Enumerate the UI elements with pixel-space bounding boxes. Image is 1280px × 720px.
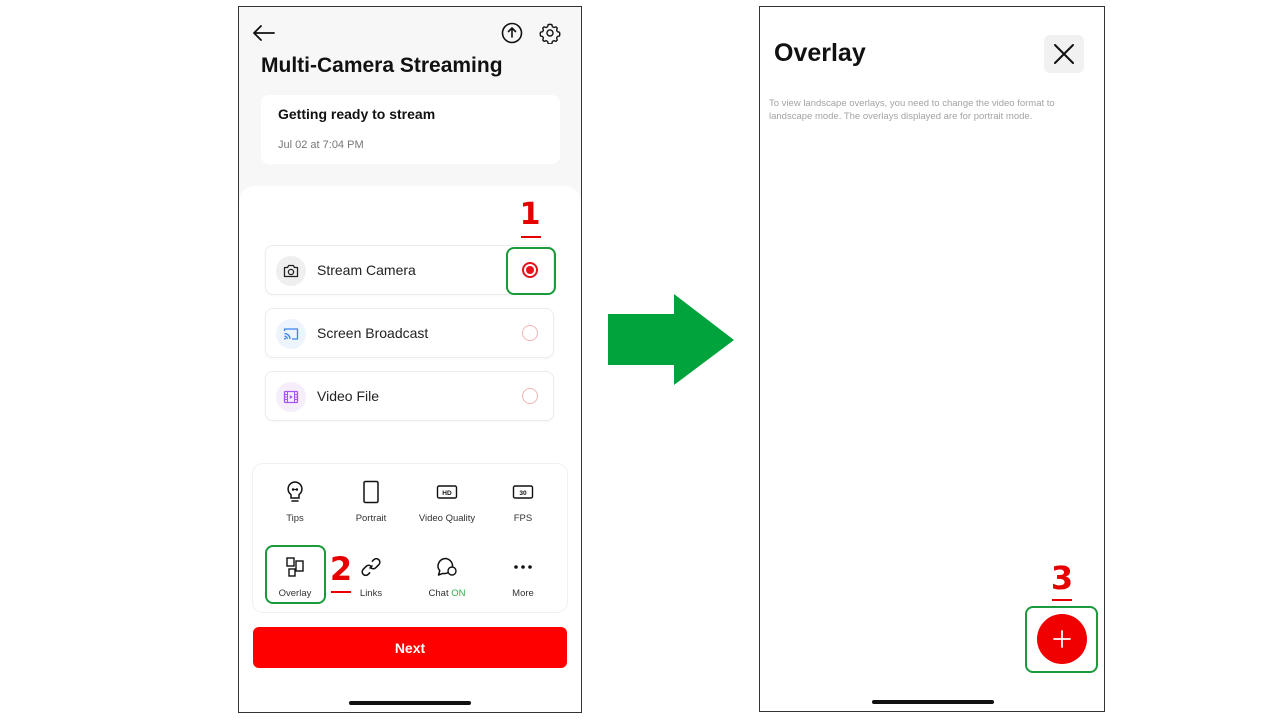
status-timestamp: Jul 02 at 7:04 PM [278,139,364,151]
tool-fps[interactable]: 30 FPS [487,480,559,542]
step-2-highlight [265,545,326,604]
film-icon [276,382,306,412]
tool-tips[interactable]: Tips [259,480,331,542]
next-button[interactable]: Next [253,627,567,668]
link-icon [359,555,383,579]
tool-label: Portrait [355,513,387,524]
tool-more[interactable]: More [487,555,559,617]
page-title: Multi-Camera Streaming [261,54,503,77]
camera-icon [276,256,306,286]
home-indicator [872,700,994,704]
tool-label: Tips [286,513,304,524]
source-option-video-file[interactable]: Video File [265,371,554,421]
gear-icon[interactable] [537,20,563,46]
source-label: Screen Broadcast [317,325,429,341]
step-3-underline [1052,599,1072,601]
chat-icon [435,555,459,579]
radio-video-file[interactable] [522,388,538,404]
step-3-label: 3 [1050,559,1074,597]
tool-label: More [512,588,534,599]
lightbulb-icon [283,480,307,504]
close-button[interactable] [1044,35,1084,73]
close-icon [1053,43,1075,65]
source-label: Stream Camera [317,262,416,278]
tool-portrait[interactable]: Portrait [335,480,407,542]
overlay-title: Overlay [774,39,866,67]
landscape-overlay-note: To view landscape overlays, you need to … [769,98,1055,122]
hd-icon: HD [435,480,459,504]
step-1-underline [521,236,541,238]
tool-label: Chat ON [411,588,483,599]
add-overlay-button[interactable] [1037,614,1087,664]
status-title: Getting ready to stream [278,106,436,122]
step-1-label: 1 [519,197,541,232]
overlay-screen: Overlay To view landscape overlays, you … [759,6,1105,712]
tool-label: Video Quality [418,513,476,524]
portrait-icon [359,480,383,504]
tool-label: Links [359,588,383,599]
cast-icon [276,319,306,349]
share-icon[interactable] [499,20,525,46]
chat-label: Chat [428,588,449,599]
chat-status: ON [451,588,466,599]
tool-label: FPS [513,513,533,524]
back-arrow-icon[interactable] [251,21,277,45]
source-option-screen-broadcast[interactable]: Screen Broadcast [265,308,554,358]
multi-camera-screen: Multi-Camera Streaming Getting ready to … [238,6,582,713]
more-icon [511,555,535,579]
hd-badge-text: HD [442,490,452,497]
transition-arrow [608,294,734,385]
source-label: Video File [317,388,380,404]
home-indicator [349,701,471,705]
step-2-underline [331,591,351,593]
fps-badge-text: 30 [519,490,527,497]
tool-video-quality[interactable]: HD Video Quality [411,480,483,542]
tool-chat[interactable]: Chat ON [411,555,483,617]
fps-icon: 30 [511,480,535,504]
plus-icon [1052,629,1072,649]
step-2-label: 2 [329,550,353,588]
stream-status-card: Getting ready to stream Jul 02 at 7:04 P… [261,95,560,164]
radio-screen-broadcast[interactable] [522,325,538,341]
step-1-highlight [506,247,556,295]
